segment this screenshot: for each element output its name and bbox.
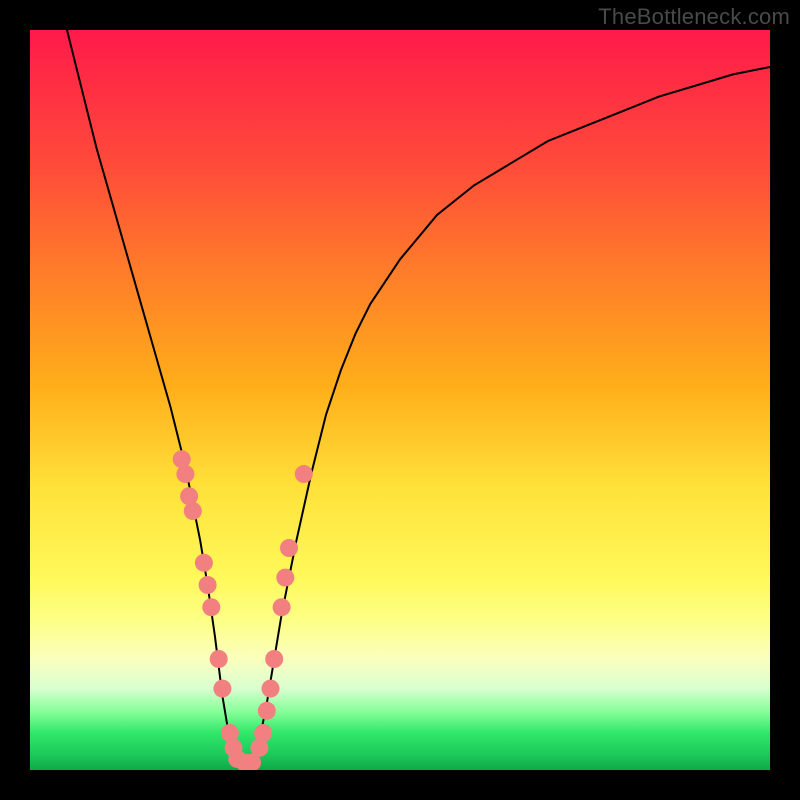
curve-marker [258,702,276,720]
curve-marker [213,680,231,698]
curve-marker [265,650,283,668]
plot-area [30,30,770,770]
curve-marker [199,576,217,594]
curve-marker [280,539,298,557]
curve-marker [210,650,228,668]
curve-marker [262,680,280,698]
curve-marker [273,598,291,616]
curve-marker [254,724,272,742]
chart-frame: TheBottleneck.com [0,0,800,800]
curve-marker [295,465,313,483]
curve-marker [195,554,213,572]
curve-marker [202,598,220,616]
bottleneck-curve-svg [30,30,770,770]
curve-markers [173,450,313,770]
curve-marker [276,569,294,587]
curve-marker [176,465,194,483]
bottleneck-curve [67,30,770,766]
curve-marker [184,502,202,520]
watermark-text: TheBottleneck.com [598,4,790,30]
